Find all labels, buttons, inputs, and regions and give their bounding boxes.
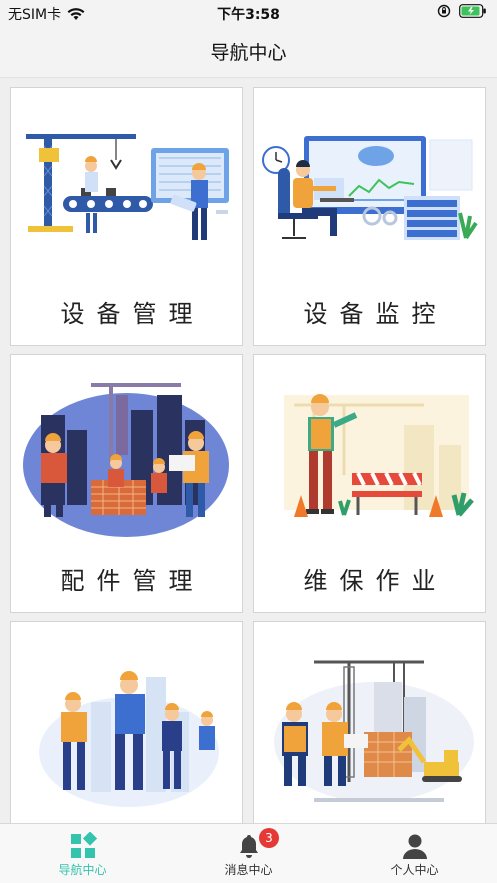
page-title: 导航中心 [210, 42, 287, 64]
card-label: 维保作业 [303, 567, 448, 595]
grid-icon [70, 832, 97, 858]
card-maintenance-work[interactable]: 维保作业 [253, 354, 486, 613]
menu-grid: 设备管理 设备监控 配件管理 维保作业 [0, 78, 497, 823]
maintenance-work-illustration [284, 394, 474, 517]
equipment-management-illustration [26, 134, 229, 240]
tab-navigation-center[interactable]: 导航中心 [0, 824, 165, 883]
construction-site-illustration [274, 660, 474, 802]
tab-personal-center[interactable]: 个人中心 [332, 824, 497, 883]
unread-badge: 3 [259, 828, 279, 848]
person-icon [402, 834, 427, 859]
tab-label: 消息中心 [224, 863, 273, 877]
tab-label: 导航中心 [58, 863, 107, 877]
status-right [437, 4, 487, 18]
card-label: 设备监控 [303, 300, 448, 328]
workers-illustration [39, 671, 219, 807]
rotation-lock-icon [437, 4, 451, 18]
equipment-monitoring-illustration [262, 136, 478, 240]
card-equipment-management[interactable]: 设备管理 [10, 87, 243, 346]
card-equipment-monitoring[interactable]: 设备监控 [253, 87, 486, 346]
battery-icon [459, 4, 486, 18]
status-bar: 无SIM卡 下午3:58 [0, 0, 497, 26]
parts-management-illustration [23, 383, 229, 537]
card-workers[interactable] [10, 621, 243, 823]
card-parts-management[interactable]: 配件管理 [10, 354, 243, 613]
tab-bar: 导航中心 3 消息中心 个人中心 [0, 823, 497, 883]
tab-message-center[interactable]: 3 消息中心 [166, 824, 331, 883]
card-construction-site[interactable] [253, 621, 486, 823]
status-time: 下午3:58 [217, 7, 280, 23]
nav-bar: 导航中心 [0, 26, 497, 78]
card-label: 设备管理 [60, 300, 205, 328]
card-label: 配件管理 [60, 567, 205, 595]
tab-label: 个人中心 [390, 863, 439, 877]
